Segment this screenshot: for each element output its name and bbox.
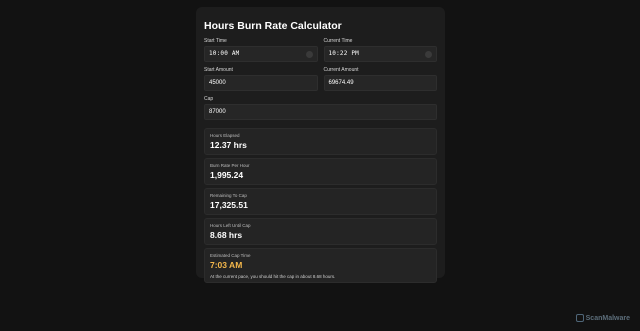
cap-label: Cap (204, 96, 214, 102)
clock-icon[interactable] (305, 50, 313, 58)
remaining-stat: Remaining To Cap 17,325.51 (204, 188, 437, 215)
time-row: Start Time 10:00 AM Current Time 10:22 P… (204, 35, 437, 62)
burn-rate-label: Burn Rate Per Hour (210, 163, 250, 168)
cap-field: Cap 87000 (204, 95, 437, 120)
scanmalware-logo-icon (575, 314, 584, 322)
page: Hours Burn Rate Calculator Start Time 10… (0, 0, 640, 331)
amount-row: Start Amount 45000 Current Amount 69674.… (204, 64, 437, 91)
estimated-cap-label: Estimated Cap Time (210, 253, 251, 258)
current-amount-field: Current Amount 69674.49 (323, 64, 437, 91)
hours-elapsed-value: 12.37 hrs (210, 140, 247, 150)
remaining-value: 17,325.51 (210, 200, 248, 210)
remaining-label: Remaining To Cap (210, 193, 247, 198)
start-time-label: Start Time (204, 38, 227, 44)
burn-rate-value: 1,995.24 (210, 170, 244, 180)
current-time-label: Current Time (323, 38, 353, 44)
start-amount-label: Start Amount (204, 67, 233, 73)
calculator-card: Hours Burn Rate Calculator Start Time 10… (196, 7, 445, 283)
start-amount-input[interactable]: 45000 (204, 75, 318, 91)
hours-left-value: 8.68 hrs (210, 230, 243, 240)
current-time-value: 10:22 PM (328, 50, 359, 57)
clock-icon[interactable] (425, 50, 432, 58)
start-amount-value: 45000 (209, 80, 226, 86)
estimated-cap-stat: Estimated Cap Time 7:03 AM At the curren… (204, 248, 437, 283)
hours-left-label: Hours Left Until Cap (210, 223, 251, 228)
current-amount-input[interactable]: 69674.49 (323, 75, 437, 91)
start-time-value: 10:00 AM (209, 50, 240, 57)
cap-input[interactable]: 87000 (204, 104, 437, 120)
brand-logo: ScanMalware (575, 314, 630, 322)
cap-value: 87000 (209, 109, 226, 115)
current-amount-value: 69674.49 (328, 80, 354, 86)
start-time-field: Start Time 10:00 AM (204, 35, 318, 62)
brand-text: ScanMalware (585, 314, 630, 322)
hours-elapsed-label: Hours Elapsed (210, 133, 240, 138)
hours-elapsed-stat: Hours Elapsed 12.37 hrs (204, 128, 437, 155)
hours-left-stat: Hours Left Until Cap 8.68 hrs (204, 218, 437, 245)
current-amount-label: Current Amount (323, 67, 359, 73)
start-time-input[interactable]: 10:00 AM (204, 46, 318, 62)
start-amount-field: Start Amount 45000 (204, 64, 318, 91)
current-time-field: Current Time 10:22 PM (323, 35, 437, 62)
burn-rate-stat: Burn Rate Per Hour 1,995.24 (204, 158, 437, 185)
estimated-cap-value: 7:03 AM (210, 260, 243, 270)
page-title: Hours Burn Rate Calculator (204, 20, 342, 32)
current-time-input[interactable]: 10:22 PM (323, 46, 437, 62)
estimated-cap-note: At the current pace, you should hit the … (210, 274, 336, 279)
